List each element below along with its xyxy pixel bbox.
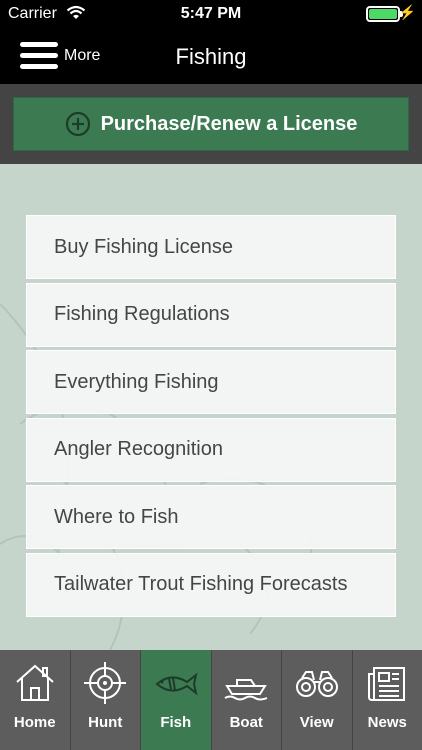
- license-band: Purchase/Renew a License: [0, 84, 422, 164]
- house-icon: [16, 664, 54, 701]
- newspaper-icon: [368, 667, 406, 701]
- binoculars-icon: [295, 671, 338, 697]
- purchase-license-label: Purchase/Renew a License: [100, 112, 358, 135]
- content-area: Buy Fishing License Fishing Regulations …: [0, 164, 422, 650]
- charging-icon: ⚡: [398, 4, 416, 20]
- tab-label: Boat: [229, 714, 263, 731]
- menu-item-label: Tailwater Trout Fishing Forecasts: [54, 573, 348, 595]
- clock: 5:47 PM: [180, 5, 242, 22]
- menu-item-label: Everything Fishing: [54, 370, 219, 393]
- status-bar: Carrier 5:47 PM ⚡: [0, 0, 422, 28]
- fish-icon: [155, 672, 198, 696]
- tab-label: News: [367, 714, 407, 731]
- menu-item-buy-fishing-license[interactable]: Buy Fishing License: [26, 215, 396, 279]
- tab-label: Fish: [160, 714, 192, 731]
- tab-bar: Home Hunt Fish Boat View News: [0, 650, 422, 750]
- menu-item-everything-fishing[interactable]: Everything Fishing: [26, 350, 396, 414]
- menu-item-label: Fishing Regulations: [54, 303, 230, 325]
- tab-view[interactable]: View: [282, 650, 353, 750]
- menu-item-label: Angler Recognition: [54, 438, 223, 460]
- plus-circle-icon: [65, 111, 90, 137]
- fishing-menu: Buy Fishing License Fishing Regulations …: [26, 215, 396, 620]
- tab-hunt[interactable]: Hunt: [71, 650, 141, 750]
- menu-item-angler-recognition[interactable]: Angler Recognition: [26, 417, 396, 482]
- tab-label: Hunt: [88, 714, 123, 731]
- menu-item-fishing-regulations[interactable]: Fishing Regulations: [26, 282, 396, 347]
- tab-label: View: [299, 714, 334, 731]
- tab-home[interactable]: Home: [0, 650, 71, 750]
- purchase-license-button[interactable]: Purchase/Renew a License: [13, 97, 409, 151]
- tab-news[interactable]: News: [353, 650, 422, 750]
- boat-icon: [224, 679, 268, 701]
- tab-fish[interactable]: Fish: [141, 650, 212, 750]
- tab-label: Home: [13, 714, 56, 731]
- menu-item-tailwater-trout-forecasts[interactable]: Tailwater Trout Fishing Forecasts: [26, 552, 396, 617]
- menu-item-label: Where to Fish: [54, 505, 179, 528]
- menu-item-label: Buy Fishing License: [54, 235, 233, 258]
- nav-bar: More Fishing: [0, 28, 422, 84]
- menu-item-where-to-fish[interactable]: Where to Fish: [26, 485, 396, 549]
- crosshair-icon: [84, 662, 127, 704]
- page-title: Fishing: [175, 44, 247, 69]
- battery-icon: [366, 6, 400, 22]
- tab-boat[interactable]: Boat: [212, 650, 282, 750]
